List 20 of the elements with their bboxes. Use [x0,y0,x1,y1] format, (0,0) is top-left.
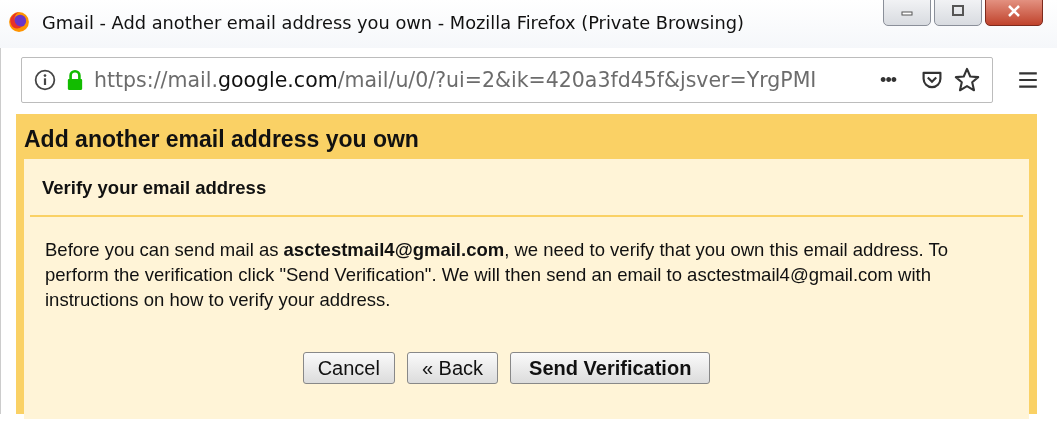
dialog-title: Add another email address you own [24,125,420,154]
star-icon[interactable] [954,67,980,93]
url-text[interactable]: https://mail.google.com/mail/u/0/?ui=2&ik=420a3fd45f&jsver=YrgPMI [94,68,871,92]
dialog-button[interactable]: Cancel [302,352,395,384]
address-bar[interactable]: https://mail.google.com/mail/u/0/?ui=2&ik=420a3fd45f&jsver=YrgPMI ••• [21,57,993,103]
browser-logo-icon [8,11,30,33]
send-verification-button[interactable]: Send Verification [510,352,711,384]
close-icon [1007,5,1021,17]
close-button[interactable] [985,0,1043,26]
section-title: Verify your email address [41,176,268,200]
dialog-button[interactable]: « Back [406,352,499,384]
window-title: Gmail - Add another email address you own - Mozilla Firefox (Private Browsing) [42,11,745,33]
menu-icon[interactable] [1017,69,1039,91]
message-text: Before you can send mail as asctestmail4@gmail.com, we need to verify that you own this email address. To perform the verification click "Send Verification". We will then send an email to asctestmail4@gmail.com with instructions on how to verify your address. [45,238,950,312]
info-icon[interactable] [34,69,56,91]
minimize-button[interactable] [883,0,931,26]
padlock-icon [66,69,84,91]
maximize-icon [951,5,965,17]
more-actions-button[interactable]: ••• [880,69,896,91]
maximize-button[interactable] [934,0,982,26]
